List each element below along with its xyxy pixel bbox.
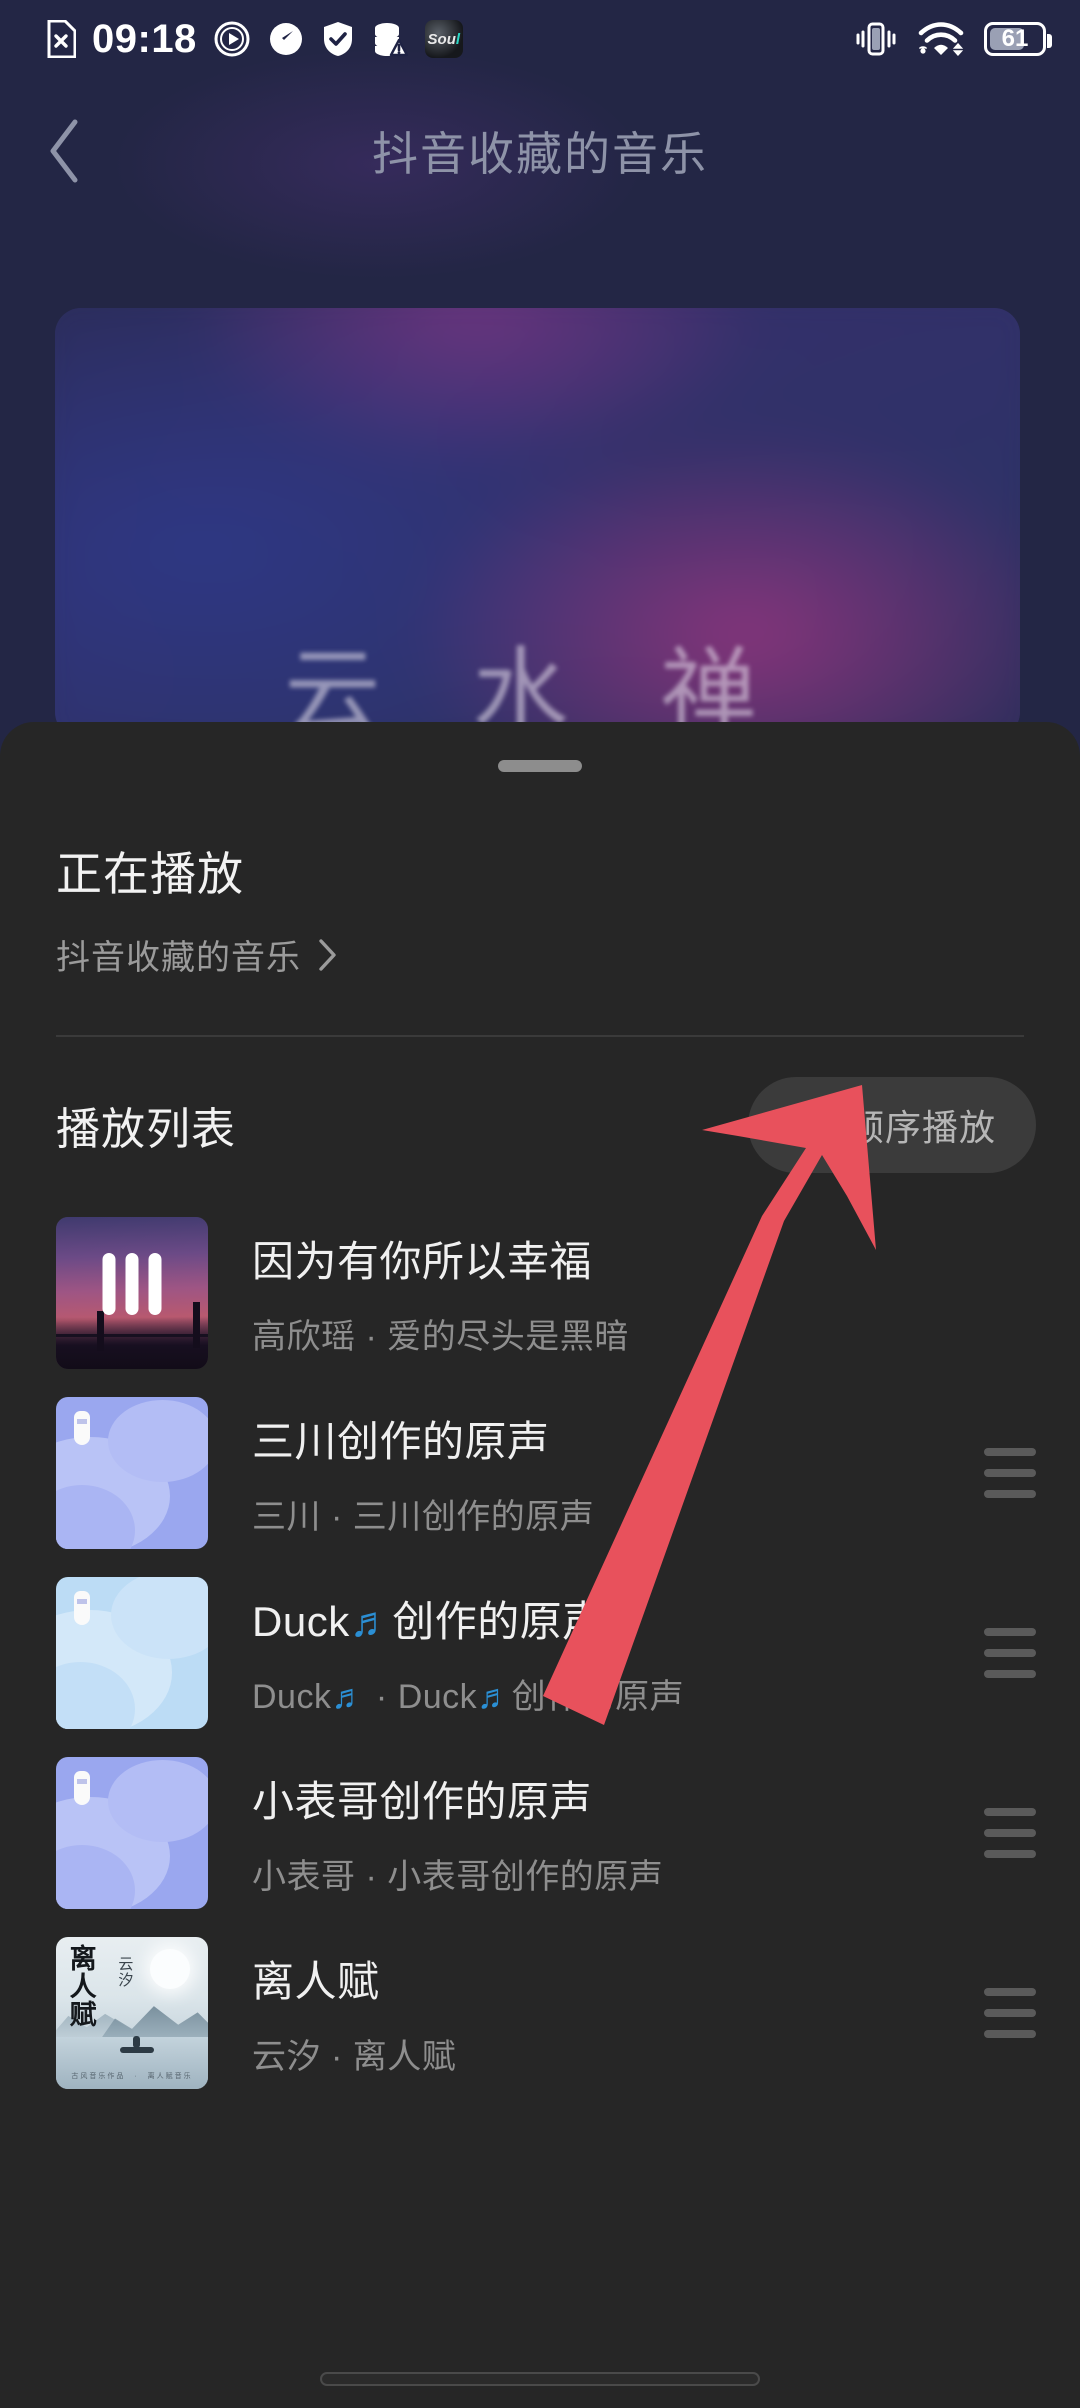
now-playing-bars-icon	[102, 1252, 162, 1315]
play-circle-icon	[214, 21, 250, 57]
track-list: 因为有你所以幸福 高欣瑶 · 爱的尽头是黑暗 三川创作的原声 三川 · 三川创作…	[0, 1173, 1080, 2103]
track-title: 小表哥创作的原声	[252, 1778, 593, 1825]
track-meta: Duck♬创作的原声 Duck♬ · Duck♬创作的原声	[252, 1588, 974, 1718]
shield-check-icon	[323, 22, 352, 56]
track-cover-blob-periwinkle	[56, 1757, 208, 1909]
soul-icon-accent: l	[455, 30, 461, 48]
status-bar-left: 09:18 Sou l	[46, 19, 463, 59]
now-playing-label: 正在播放	[56, 848, 244, 900]
status-bar-right: 61	[854, 21, 1052, 57]
wifi-icon	[918, 22, 964, 57]
home-indicator	[320, 2372, 760, 2386]
now-playing-block: 正在播放 抖音收藏的音乐	[0, 772, 1080, 979]
chevron-right-icon	[319, 938, 336, 971]
music-note-icon: ♬	[349, 1598, 393, 1645]
cover-title-text: 离人赋	[69, 1943, 97, 2031]
sheet-drag-handle[interactable]	[498, 760, 582, 772]
status-bar-clock: 09:18	[92, 17, 197, 61]
repeat-icon	[795, 1106, 823, 1144]
speedometer-icon	[269, 23, 302, 55]
track-row[interactable]: 三川创作的原声 三川 · 三川创作的原声	[0, 1383, 1080, 1563]
track-artist: 高欣瑶 · 爱的尽头是黑暗	[252, 1318, 629, 1356]
playlist-header: 播放列表 顺序播放	[0, 1037, 1080, 1173]
track-title: 因为有你所以幸福	[252, 1238, 593, 1285]
playlist-source-label: 抖音收藏的音乐	[56, 939, 301, 977]
play-mode-label: 顺序播放	[847, 1107, 996, 1148]
track-drag-handle[interactable]	[974, 1808, 1036, 1858]
playlist-title: 播放列表	[56, 1105, 236, 1154]
track-cover-blob-lightblue	[56, 1577, 208, 1729]
cover-boat	[119, 2035, 154, 2053]
track-meta: 离人赋 云汐 · 离人赋	[252, 1948, 974, 2078]
cover-pin-icon	[74, 1410, 91, 1445]
track-artist: 三川 · 三川创作的原声	[252, 1498, 595, 1536]
status-bar: 09:18 Sou l 61	[0, 0, 1080, 78]
playlist-bottom-sheet: 正在播放 抖音收藏的音乐 播放列表 顺序播放 因为有你所以幸福 高欣瑶 · 爱的…	[0, 722, 1080, 2408]
track-row[interactable]: Duck♬创作的原声 Duck♬ · Duck♬创作的原声	[0, 1563, 1080, 1743]
track-drag-handle[interactable]	[974, 1988, 1036, 2038]
track-artist: 云汐 · 离人赋	[252, 2038, 457, 2076]
track-cover-ink-landscape: 离人赋 云汐 古风音乐作品 · 离人赋音乐	[56, 1937, 208, 2089]
track-meta: 小表哥创作的原声 小表哥 · 小表哥创作的原声	[252, 1768, 974, 1898]
database-warning-icon	[374, 23, 409, 57]
cover-subtitle-text: 云汐	[118, 1956, 134, 1990]
artwork-script-text: 云 水 禅	[284, 640, 791, 738]
cover-pin-icon	[74, 1770, 91, 1805]
sim-error-icon	[47, 20, 76, 58]
cover-pin-icon	[74, 1590, 91, 1625]
cover-footer-text: 古风音乐作品 · 离人赋音乐	[71, 2073, 193, 2081]
track-artist: 小表哥 · 小表哥创作的原声	[252, 1858, 664, 1896]
track-drag-handle[interactable]	[974, 1448, 1036, 1498]
track-meta: 三川创作的原声 三川 · 三川创作的原声	[252, 1408, 974, 1538]
play-mode-button[interactable]: 顺序播放	[747, 1077, 1036, 1173]
track-row[interactable]: 离人赋 云汐 古风音乐作品 · 离人赋音乐 离人赋 云汐 · 离人赋	[0, 1923, 1080, 2103]
track-cover-blob-periwinkle	[56, 1397, 208, 1549]
battery-percent: 61	[1001, 25, 1029, 52]
track-title: Duck♬创作的原声	[252, 1598, 605, 1645]
playlist-source-link[interactable]: 抖音收藏的音乐	[56, 930, 1024, 979]
soul-icon-text: Sou	[427, 30, 456, 48]
track-drag-handle[interactable]	[974, 1628, 1036, 1678]
page-title: 抖音收藏的音乐	[372, 128, 708, 180]
track-row[interactable]: 因为有你所以幸福 高欣瑶 · 爱的尽头是黑暗	[0, 1203, 1080, 1383]
album-artwork[interactable]: 云 水 禅	[55, 308, 1020, 738]
page-header: 抖音收藏的音乐	[0, 86, 1080, 216]
track-artist: Duck♬ · Duck♬创作的原声	[252, 1678, 685, 1716]
cover-moon	[149, 1949, 190, 1990]
vibrate-icon	[856, 22, 896, 56]
track-meta: 因为有你所以幸福 高欣瑶 · 爱的尽头是黑暗	[252, 1228, 974, 1358]
soul-app-icon: Sou l	[424, 20, 463, 58]
battery-icon: 61	[984, 22, 1052, 56]
track-title: 离人赋	[252, 1958, 380, 2005]
track-cover-sunset-bridge	[56, 1217, 208, 1369]
track-title: 三川创作的原声	[252, 1418, 550, 1465]
track-row[interactable]: 小表哥创作的原声 小表哥 · 小表哥创作的原声	[0, 1743, 1080, 1923]
